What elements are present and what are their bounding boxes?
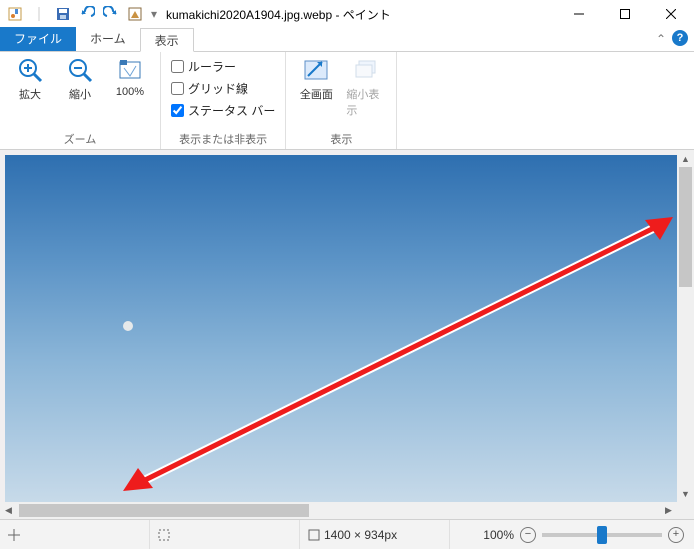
touch-mode-button[interactable] [124,3,146,25]
zoom-out-icon [66,56,94,84]
thumbnail-icon [352,56,380,84]
undo-button[interactable] [76,3,98,25]
rulers-checkbox[interactable]: ルーラー [171,56,236,76]
tab-home[interactable]: ホーム [76,27,140,51]
statusbar-checkbox[interactable]: ステータス バー [171,100,275,120]
save-icon [55,6,71,22]
minimize-button[interactable] [556,0,602,28]
showhide-group: ルーラー グリッド線 ステータス バー 表示または非表示 [161,52,286,149]
image-size: 1400 × 934px [324,528,397,542]
ribbon: 拡大 縮小 100% ズーム ルーラー グリッド線 ステータス バー 表示または… [0,52,694,150]
scroll-corner [677,502,694,519]
zoom-in-icon [16,56,44,84]
display-group: 全画面 縮小表示 表示 [286,52,397,149]
zoom-in-small[interactable]: + [668,527,684,543]
showhide-group-label: 表示または非表示 [171,131,275,147]
image-canvas[interactable] [5,155,677,502]
fullscreen-icon [302,56,330,84]
zoom-slider-thumb[interactable] [597,526,607,544]
rulers-label: ルーラー [188,58,236,75]
vscroll-thumb[interactable] [679,167,692,287]
file-tab[interactable]: ファイル [0,27,76,51]
size-icon [308,529,320,541]
thumbnail-button: 縮小表示 [346,56,386,118]
selection-icon [158,529,170,541]
window-controls [556,0,694,28]
fullscreen-label: 全画面 [300,86,333,102]
crosshair-icon [8,529,20,541]
display-group-label: 表示 [296,131,386,147]
vertical-scrollbar[interactable]: ▲ ▼ [677,150,694,502]
collapse-ribbon-button[interactable]: ⌃ [656,32,666,46]
horizontal-scrollbar[interactable]: ◀ ▶ [0,502,677,519]
zoom-100-icon [116,56,144,84]
thumbnail-label: 縮小表示 [346,86,386,118]
save-button[interactable] [52,3,74,25]
vscroll-track[interactable] [677,167,694,485]
zoom-100-button[interactable]: 100% [110,56,150,98]
close-icon [666,9,676,19]
qat-dropdown[interactable]: ▾ [148,3,160,25]
ribbon-tabs: ファイル ホーム 表示 ⌃ ? [0,28,694,52]
maximize-icon [620,9,630,19]
zoom-slider[interactable] [542,533,662,537]
canvas-area: ▲ ▼ ◀ ▶ [0,150,694,519]
help-button[interactable]: ? [672,30,688,46]
zoom-controls: 100% − + [473,527,694,543]
maximize-button[interactable] [602,0,648,28]
selection-size-cell [150,520,300,549]
hscroll-thumb[interactable] [19,504,309,517]
qat-separator [28,3,50,25]
zoom-out-label: 縮小 [69,86,91,102]
image-size-cell: 1400 × 934px [300,520,450,549]
statusbar-label: ステータス バー [188,102,275,119]
scroll-right-button[interactable]: ▶ [660,502,677,519]
quick-access-toolbar: ▾ [4,3,160,25]
scroll-up-button[interactable]: ▲ [677,150,694,167]
hscroll-track[interactable] [17,502,660,519]
undo-icon [79,6,95,22]
statusbar: 1400 × 934px 100% − + [0,519,694,549]
tab-view[interactable]: 表示 [140,28,194,52]
titlebar: ▾ kumakichi2020A1904.jpg.webp - ペイント [0,0,694,28]
zoom-out-small[interactable]: − [520,527,536,543]
zoom-100-label: 100% [116,86,144,98]
window-title: kumakichi2020A1904.jpg.webp - ペイント [166,6,391,23]
grid-checkbox[interactable]: グリッド線 [171,78,248,98]
minimize-icon [574,9,584,19]
zoom-out-button[interactable]: 縮小 [60,56,100,102]
zoom-in-label: 拡大 [19,86,41,102]
zoom-percent: 100% [483,528,514,542]
touch-icon [127,6,143,22]
pointer-position-cell [0,520,150,549]
zoom-group: 拡大 縮小 100% ズーム [0,52,161,149]
status-filesize-cell [450,520,473,549]
scroll-down-button[interactable]: ▼ [677,485,694,502]
zoom-in-button[interactable]: 拡大 [10,56,50,102]
close-button[interactable] [648,0,694,28]
zoom-group-label: ズーム [10,131,150,147]
grid-label: グリッド線 [188,80,248,97]
annotation-arrow [5,155,677,502]
redo-button[interactable] [100,3,122,25]
scroll-left-button[interactable]: ◀ [0,502,17,519]
redo-icon [103,6,119,22]
app-icon [4,3,26,25]
fullscreen-button[interactable]: 全画面 [296,56,336,102]
